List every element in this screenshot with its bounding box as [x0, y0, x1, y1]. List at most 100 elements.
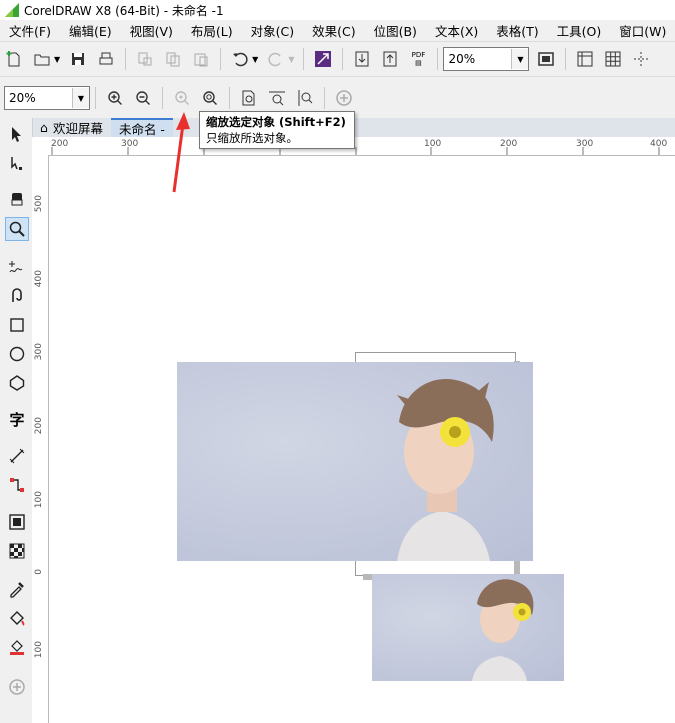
parallel-dimension-tool[interactable]	[6, 445, 28, 467]
menu-tools[interactable]: 工具(O)	[548, 21, 611, 40]
open-button[interactable]	[31, 48, 53, 70]
pick-tool[interactable]	[6, 123, 28, 145]
toolbar-separator	[229, 87, 230, 109]
tab-welcome-screen[interactable]: ⌂ 欢迎屏幕	[32, 118, 111, 137]
vertical-ruler[interactable]: 500 400 300 200 100 0 100	[32, 155, 49, 723]
title-bar: CorelDRAW X8 (64-Bit) - 未命名 -1	[0, 0, 675, 20]
ruler-h-label: 100	[424, 139, 442, 149]
print-button[interactable]	[95, 48, 117, 70]
show-guidelines-button[interactable]	[630, 48, 652, 70]
search-content-button[interactable]	[312, 48, 334, 70]
menu-table[interactable]: 表格(T)	[487, 21, 547, 40]
property-zoom-select[interactable]: 20% ▼	[4, 86, 90, 110]
eyedropper-tool[interactable]	[6, 578, 28, 600]
coreldraw-logo-icon	[5, 3, 19, 17]
import-icon	[355, 51, 369, 67]
ruler-h-label: 300	[576, 139, 594, 149]
photo-small[interactable]	[372, 574, 564, 681]
cut-button[interactable]	[134, 48, 156, 70]
menu-object[interactable]: 对象(C)	[242, 21, 303, 40]
menu-bitmaps[interactable]: 位图(B)	[365, 21, 426, 40]
text-tool-icon: 字	[9, 410, 25, 429]
zoom-in-button[interactable]	[104, 87, 126, 109]
smart-fill-tool[interactable]	[6, 636, 28, 658]
text-tool[interactable]: 字	[6, 408, 28, 430]
connector-tool[interactable]	[6, 474, 28, 496]
selected-photo-large[interactable]	[177, 362, 533, 561]
portrait-image	[397, 379, 494, 561]
property-zoom-value: 20%	[9, 91, 36, 105]
redo-button[interactable]	[265, 48, 287, 70]
show-rulers-button[interactable]	[574, 48, 596, 70]
zoom-to-page-width-button[interactable]	[266, 87, 288, 109]
toolbar-separator	[324, 87, 325, 109]
publish-pdf-button[interactable]: PDF ▤	[407, 48, 429, 70]
zoom-selected-icon	[175, 91, 189, 105]
quick-customize-button[interactable]	[333, 87, 355, 109]
zoom-page-width-icon	[269, 91, 285, 106]
menu-text[interactable]: 文本(X)	[426, 21, 487, 40]
zoom-in-icon	[108, 91, 122, 105]
crop-tool[interactable]	[6, 188, 28, 210]
menu-window[interactable]: 窗口(W)	[610, 21, 675, 40]
zoom-page-icon	[242, 90, 255, 106]
shape-tool[interactable]	[6, 153, 28, 175]
menu-file[interactable]: 文件(F)	[0, 21, 60, 40]
chevron-down-icon[interactable]: ▼	[252, 55, 258, 64]
undo-button[interactable]	[229, 48, 251, 70]
pointer-arrow-icon	[12, 127, 21, 142]
zoom-to-selected-button[interactable]	[171, 87, 193, 109]
export-button[interactable]	[379, 48, 401, 70]
freehand-tool[interactable]	[6, 256, 28, 278]
tab-document[interactable]: 未命名 -	[110, 118, 173, 137]
ellipse-tool[interactable]	[6, 343, 28, 365]
transparency-tool[interactable]	[6, 540, 28, 562]
zoom-out-button[interactable]	[132, 87, 154, 109]
import-button[interactable]	[351, 48, 373, 70]
window-title: CorelDRAW X8 (64-Bit) - 未命名 -1	[24, 3, 224, 18]
zoom-all-objects-icon	[203, 91, 217, 105]
copy-button[interactable]	[162, 48, 184, 70]
ellipse-icon	[9, 346, 25, 362]
chevron-down-icon[interactable]: ▼	[511, 49, 529, 69]
cut-icon	[138, 52, 152, 66]
artistic-media-tool[interactable]	[6, 284, 28, 306]
rectangle-tool[interactable]	[6, 314, 28, 336]
show-grid-button[interactable]	[602, 48, 624, 70]
new-document-button[interactable]	[3, 48, 25, 70]
eyedropper-icon	[10, 582, 24, 598]
home-icon: ⌂	[40, 120, 48, 135]
paste-button[interactable]	[190, 48, 212, 70]
chevron-down-icon[interactable]: ▼	[54, 55, 60, 64]
menu-layout[interactable]: 布局(L)	[182, 21, 242, 40]
menu-edit[interactable]: 编辑(E)	[60, 21, 121, 40]
ruler-h-label: 400	[650, 139, 668, 149]
drop-shadow-icon	[9, 514, 25, 530]
full-screen-preview-button[interactable]	[535, 48, 557, 70]
zoom-to-page-button[interactable]	[238, 87, 260, 109]
ruler-v-label: 100	[34, 641, 44, 659]
save-button[interactable]	[67, 48, 89, 70]
zoom-tool[interactable]	[5, 217, 29, 241]
interactive-fill-tool[interactable]	[6, 607, 28, 629]
drop-shadow-tool[interactable]	[6, 511, 28, 533]
corel-connect-icon	[315, 51, 332, 67]
horizontal-ruler[interactable]: 200 300 100 200 300 400	[48, 137, 675, 156]
zoom-to-page-height-button[interactable]	[294, 87, 316, 109]
zoom-to-all-objects-button[interactable]	[199, 87, 221, 109]
grid-icon	[605, 51, 621, 67]
drawing-canvas[interactable]: Baidu经验 jingyan.baidu.com	[49, 156, 675, 723]
polygon-tool[interactable]	[6, 372, 28, 394]
toolbar-separator	[220, 48, 222, 70]
toolbox: 字	[0, 118, 33, 723]
add-tool-button[interactable]	[6, 676, 28, 698]
menu-view[interactable]: 视图(V)	[121, 21, 182, 40]
zoom-level-select[interactable]: 20% ▼	[443, 47, 530, 71]
chevron-down-icon[interactable]: ▼	[72, 88, 89, 108]
redo-icon	[268, 52, 281, 67]
zoom-selected-tooltip: 缩放选定对象 (Shift+F2) 只缩放所选对象。	[199, 111, 355, 149]
chevron-down-icon[interactable]: ▼	[288, 55, 294, 64]
ruler-origin[interactable]	[32, 137, 49, 156]
menu-effects[interactable]: 效果(C)	[303, 21, 364, 40]
pdf-label: PDF	[411, 51, 426, 59]
